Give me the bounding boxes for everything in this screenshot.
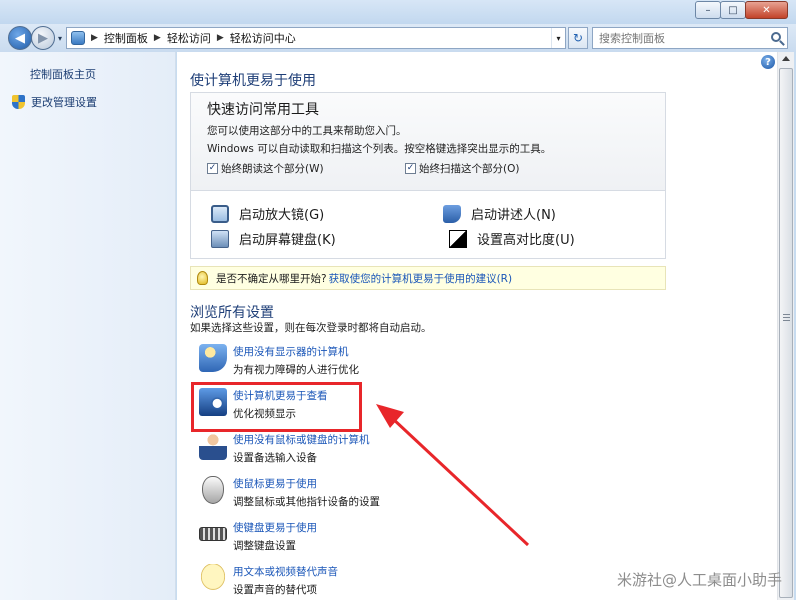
browse-settings-title: 浏览所有设置 bbox=[190, 305, 274, 321]
chevron-right-icon[interactable]: ▶ bbox=[154, 33, 161, 43]
magnifier-icon bbox=[211, 204, 229, 223]
set-high-contrast-label: 设置高对比度(U) bbox=[477, 233, 575, 248]
no-display-description: 为有视力障碍的人进行优化 bbox=[233, 364, 359, 376]
scrollbar-thumb[interactable] bbox=[779, 68, 793, 598]
start-magnifier-label: 启动放大镜(G) bbox=[239, 208, 325, 223]
grip-icon bbox=[783, 314, 790, 322]
search-icon[interactable] bbox=[771, 32, 781, 42]
breadcrumb-control-panel[interactable]: 控制面板 bbox=[104, 30, 148, 46]
keyboard-easier-link[interactable]: 使键盘更易于使用 bbox=[233, 520, 317, 535]
start-narrator-label: 启动讲述人(N) bbox=[471, 208, 556, 223]
scroll-up-icon[interactable] bbox=[782, 56, 790, 61]
always-read-label[interactable]: 始终朗读这个部分(W) bbox=[221, 161, 324, 176]
search-input[interactable] bbox=[599, 31, 767, 45]
no-display-link[interactable]: 使用没有显示器的计算机 bbox=[233, 344, 349, 359]
refresh-button[interactable]: ↻ bbox=[568, 27, 588, 49]
narrator-icon bbox=[443, 204, 461, 223]
tip-bar: 是否不确定从哪里开始? 获取使您的计算机更易于使用的建议(R) bbox=[190, 266, 666, 290]
always-scan-label[interactable]: 始终扫描这个部分(O) bbox=[419, 161, 519, 176]
sound-alternatives-link[interactable]: 用文本或视频替代声音 bbox=[233, 564, 338, 579]
watermark: 米游社@人工桌面小助手 bbox=[616, 571, 782, 589]
keyboard-easier-description: 调整键盘设置 bbox=[233, 540, 296, 552]
always-scan-checkbox[interactable]: ✓ bbox=[405, 163, 416, 174]
highlight-box bbox=[191, 382, 362, 432]
change-admin-settings-label: 更改管理设置 bbox=[31, 96, 97, 109]
recent-pages-dropdown[interactable]: ▾ bbox=[58, 34, 62, 43]
mouse-easier-description: 调整鼠标或其他指针设备的设置 bbox=[233, 496, 380, 508]
no-mouse-keyboard-description: 设置备选输入设备 bbox=[233, 452, 317, 464]
quick-access-panel: 快速访问常用工具 您可以使用这部分中的工具来帮助您入门。 Windows 可以自… bbox=[190, 92, 666, 259]
control-panel-icon bbox=[71, 31, 85, 45]
always-read-checkbox-row[interactable]: ✓ 始终朗读这个部分(W) bbox=[207, 161, 324, 176]
maximize-button[interactable]: □ bbox=[720, 1, 746, 19]
page-title: 使计算机更易于使用 bbox=[190, 73, 316, 89]
person-icon bbox=[199, 432, 227, 460]
no-mouse-keyboard-link[interactable]: 使用没有鼠标或键盘的计算机 bbox=[233, 432, 370, 447]
address-dropdown[interactable]: ▾ bbox=[551, 28, 565, 48]
list-item: 用文本或视频替代声音 设置声音的替代项 bbox=[199, 564, 499, 600]
back-button[interactable]: ◀ bbox=[8, 26, 32, 50]
control-panel-home-link[interactable]: 控制面板主页 bbox=[30, 66, 96, 82]
quick-access-title: 快速访问常用工具 bbox=[207, 102, 319, 118]
high-contrast-icon bbox=[449, 229, 467, 248]
keyboard-icon bbox=[211, 229, 229, 248]
breadcrumb-ease-of-access[interactable]: 轻松访问 bbox=[167, 30, 211, 46]
monitor-person-icon bbox=[199, 344, 227, 372]
tip-text: 是否不确定从哪里开始? bbox=[216, 272, 327, 285]
keyboard-icon bbox=[199, 527, 227, 541]
set-high-contrast-button[interactable]: 设置高对比度(U) bbox=[449, 229, 575, 248]
sound-alternatives-description: 设置声音的替代项 bbox=[233, 584, 317, 596]
quick-access-description-2: Windows 可以自动读取和扫描这个列表。按空格键选择突出显示的工具。 bbox=[207, 143, 552, 155]
list-item: 使用没有鼠标或键盘的计算机 设置备选输入设备 bbox=[199, 432, 499, 472]
browse-settings-description: 如果选择这些设置，则在每次登录时都将自动启动。 bbox=[190, 322, 432, 334]
list-item: 使用没有显示器的计算机 为有视力障碍的人进行优化 bbox=[199, 344, 499, 384]
speech-bubble-icon bbox=[199, 564, 227, 592]
recommendations-link[interactable]: 获取使您的计算机更易于使用的建议(R) bbox=[329, 271, 513, 286]
vertical-scrollbar[interactable] bbox=[777, 52, 794, 600]
shield-icon bbox=[12, 95, 25, 109]
close-button[interactable]: ✕ bbox=[745, 1, 788, 19]
forward-button[interactable]: ▶ bbox=[31, 26, 55, 50]
list-item: 使键盘更易于使用 调整键盘设置 bbox=[199, 520, 499, 560]
help-icon[interactable]: ? bbox=[761, 55, 775, 69]
window-controls: – □ ✕ bbox=[695, 1, 788, 19]
address-bar[interactable]: ▶ 控制面板 ▶ 轻松访问 ▶ 轻松访问中心 ▾ bbox=[66, 27, 566, 49]
navigation-bar: ◀ ▶ ▾ ▶ 控制面板 ▶ 轻松访问 ▶ 轻松访问中心 ▾ ↻ bbox=[0, 24, 796, 52]
change-admin-settings-link[interactable]: 更改管理设置 bbox=[12, 94, 97, 110]
start-on-screen-keyboard-button[interactable]: 启动屏幕键盘(K) bbox=[211, 229, 336, 248]
chevron-right-icon[interactable]: ▶ bbox=[217, 33, 224, 43]
always-scan-checkbox-row[interactable]: ✓ 始终扫描这个部分(O) bbox=[405, 161, 519, 176]
minimize-button[interactable]: – bbox=[695, 1, 721, 19]
main-content: ? 使计算机更易于使用 快速访问常用工具 您可以使用这部分中的工具来帮助您入门。… bbox=[177, 52, 777, 600]
always-read-checkbox[interactable]: ✓ bbox=[207, 163, 218, 174]
quick-access-description: 您可以使用这部分中的工具来帮助您入门。 bbox=[207, 125, 407, 137]
start-narrator-button[interactable]: 启动讲述人(N) bbox=[443, 204, 556, 223]
mouse-easier-link[interactable]: 使鼠标更易于使用 bbox=[233, 476, 317, 491]
start-magnifier-button[interactable]: 启动放大镜(G) bbox=[211, 204, 324, 223]
list-item: 使鼠标更易于使用 调整鼠标或其他指针设备的设置 bbox=[199, 476, 499, 516]
mouse-icon bbox=[202, 476, 224, 504]
breadcrumb-ease-of-access-center[interactable]: 轻松访问中心 bbox=[230, 30, 296, 46]
title-bar: – □ ✕ bbox=[0, 0, 796, 24]
lightbulb-icon bbox=[197, 271, 208, 285]
sidebar: 控制面板主页 更改管理设置 bbox=[0, 52, 176, 600]
search-box[interactable] bbox=[592, 27, 788, 49]
chevron-right-icon[interactable]: ▶ bbox=[91, 33, 98, 43]
start-on-screen-keyboard-label: 启动屏幕键盘(K) bbox=[239, 233, 336, 248]
quick-access-header: 快速访问常用工具 您可以使用这部分中的工具来帮助您入门。 Windows 可以自… bbox=[191, 93, 665, 191]
